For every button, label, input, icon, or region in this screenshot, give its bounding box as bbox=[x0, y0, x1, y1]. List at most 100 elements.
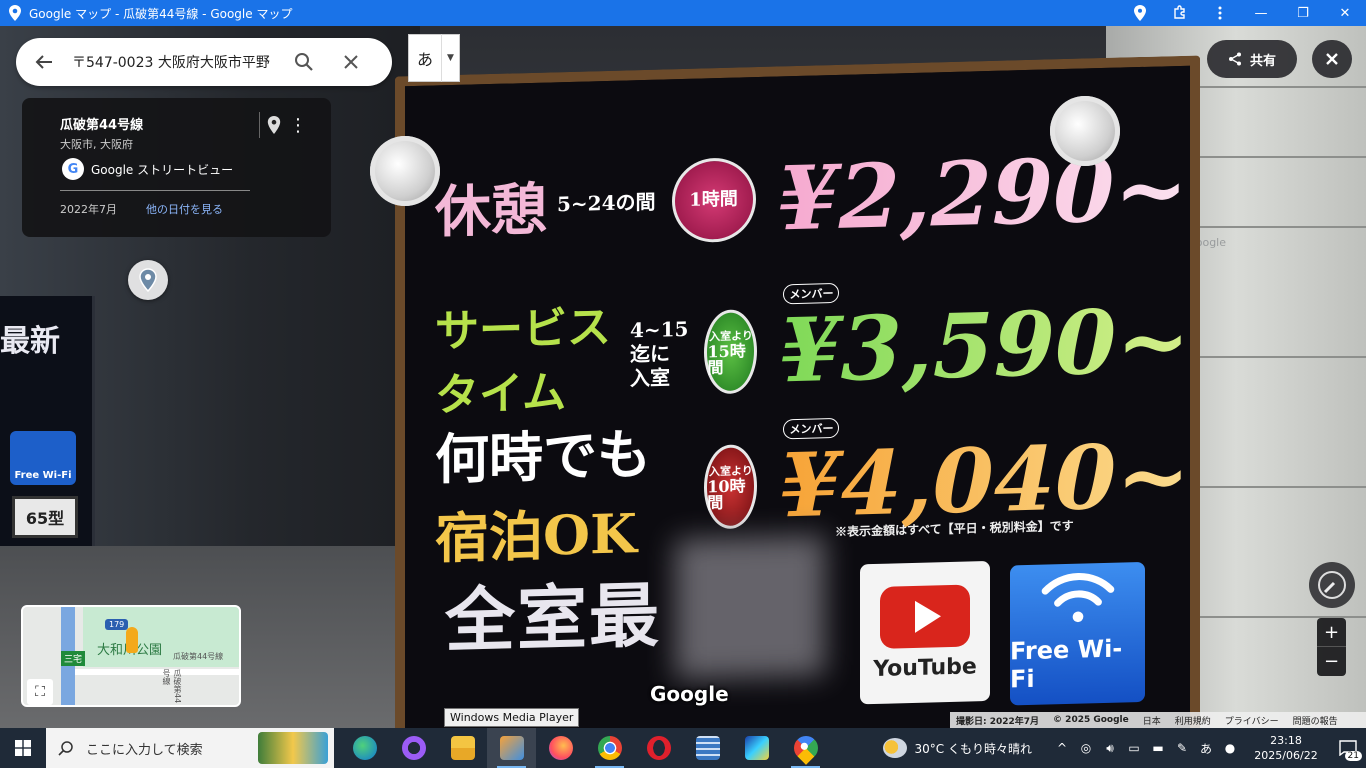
side-tv-sign: 65型 bbox=[12, 496, 78, 538]
calculator-app-icon[interactable] bbox=[683, 728, 732, 768]
share-label: 共有 bbox=[1249, 53, 1276, 69]
compass-icon[interactable] bbox=[1309, 562, 1355, 608]
search-icon[interactable] bbox=[282, 38, 326, 86]
clock-date: 2025/06/22 bbox=[1254, 749, 1318, 762]
source-label: Google ストリートビュー bbox=[91, 162, 234, 177]
share-button[interactable]: 共有 bbox=[1207, 40, 1297, 78]
road-line bbox=[75, 669, 239, 675]
weather-widget[interactable]: 30°C くもり時々晴れ bbox=[882, 738, 1032, 758]
close-street-view-button[interactable] bbox=[1312, 40, 1352, 78]
search-input[interactable] bbox=[72, 54, 282, 70]
maximize-button[interactable]: ❐ bbox=[1282, 0, 1324, 26]
map-pin-icon[interactable] bbox=[264, 112, 284, 138]
side-sign: 最新 Free Wi-Fi 65型 bbox=[0, 296, 95, 556]
country-link[interactable]: 日本 bbox=[1143, 714, 1161, 727]
vertical-road-label: 瓜破第44号線 bbox=[162, 669, 182, 704]
row1-price: ¥2,290~ bbox=[777, 135, 1189, 251]
title-bar: Google マップ - 瓜破第44号線 - Google マップ — ❐ ✕ bbox=[0, 0, 1366, 26]
weather-text: 30°C くもり時々晴れ bbox=[914, 741, 1032, 756]
media-player-icon[interactable] bbox=[487, 728, 536, 768]
windows-start-icon[interactable] bbox=[0, 728, 46, 768]
ime-indicator[interactable]: あ bbox=[1194, 740, 1218, 757]
free-wifi-label: Free Wi-Fi bbox=[1010, 634, 1123, 694]
taskbar-tooltip: Windows Media Player bbox=[444, 708, 580, 727]
row3-label-a: 何時でも bbox=[435, 421, 651, 492]
row2-badge-text: 15時間 bbox=[707, 341, 746, 378]
chevron-up-icon[interactable]: ^ bbox=[1050, 741, 1074, 755]
clear-search-icon[interactable] bbox=[326, 38, 376, 86]
spotlight-right bbox=[1050, 96, 1120, 166]
volume-icon[interactable]: 🔊︎ bbox=[1098, 741, 1122, 756]
row2-sub-b: 迄に入室 bbox=[629, 341, 670, 391]
station-badge: 三宅 bbox=[61, 651, 86, 666]
capture-credit: 撮影日: 2022年7月 bbox=[956, 716, 1040, 727]
back-arrow-icon[interactable] bbox=[16, 54, 72, 70]
report-link[interactable]: 問題の報告 bbox=[1293, 714, 1338, 727]
row3-badge: 入室より 10時間 bbox=[704, 444, 758, 530]
location-marker-icon[interactable] bbox=[128, 260, 168, 300]
chrome-app-icon[interactable] bbox=[585, 728, 634, 768]
globe-icon[interactable]: ● bbox=[1218, 741, 1242, 755]
side-wifi-label: Free Wi-Fi bbox=[14, 470, 72, 481]
taskbar-search-box[interactable]: ここに入力して検索 bbox=[46, 728, 334, 768]
more-options-icon[interactable]: ⋮ bbox=[288, 112, 308, 138]
notification-center-icon[interactable]: 21 bbox=[1330, 728, 1366, 768]
weather-icon bbox=[882, 738, 907, 758]
mini-map[interactable]: 179 大和川公園 瓜破第44号線 三宅 瓜破第44号線 ⛶ bbox=[21, 605, 241, 707]
taskbar-search-placeholder: ここに入力して検索 bbox=[86, 742, 203, 758]
map-credits: 撮影日: 2022年7月 © 2025 Google 日本 利用規約 プライバシ… bbox=[950, 712, 1366, 728]
search-box bbox=[16, 38, 392, 86]
blurred-region bbox=[675, 535, 825, 680]
capture-date: 2022年7月 bbox=[60, 203, 117, 216]
street-view-source: G Google ストリートビュー bbox=[62, 158, 233, 180]
google-maps-app-icon[interactable] bbox=[781, 728, 830, 768]
game-app-icon[interactable] bbox=[732, 728, 781, 768]
cortana-app-icon[interactable] bbox=[389, 728, 438, 768]
clock-time: 23:18 bbox=[1270, 733, 1302, 747]
row3-badge-text: 10時間 bbox=[707, 476, 746, 513]
expand-map-icon[interactable]: ⛶ bbox=[27, 679, 53, 705]
pinned-apps bbox=[340, 728, 830, 768]
side-wifi-sign: Free Wi-Fi bbox=[10, 431, 76, 485]
zoom-out-button[interactable]: − bbox=[1317, 647, 1346, 676]
terms-link[interactable]: 利用規約 bbox=[1175, 714, 1211, 727]
privacy-link[interactable]: プライバシー bbox=[1225, 714, 1279, 727]
network-icon[interactable]: ▭ bbox=[1122, 741, 1146, 755]
more-icon[interactable] bbox=[1200, 0, 1240, 26]
file-explorer-icon[interactable] bbox=[438, 728, 487, 768]
search-highlight-image bbox=[258, 732, 328, 764]
clock[interactable]: 23:18 2025/06/22 bbox=[1248, 733, 1324, 764]
pegman-icon bbox=[126, 627, 138, 653]
location-info-card: 瓜破第44号線 大阪市, 大阪府 G Google ストリートビュー 2022年… bbox=[22, 98, 331, 237]
close-icon bbox=[1326, 53, 1338, 65]
row1-badge: 1時間 bbox=[671, 157, 756, 244]
edge-app-icon[interactable] bbox=[340, 728, 389, 768]
row2-badge: 入室より 15時間 bbox=[704, 309, 758, 395]
location-icon[interactable] bbox=[1120, 0, 1160, 26]
allroom-text: 全室最 bbox=[445, 573, 661, 663]
extension-icon[interactable] bbox=[1160, 0, 1200, 26]
meet-now-icon[interactable]: ◎ bbox=[1074, 741, 1098, 755]
youtube-label: YouTube bbox=[873, 653, 977, 682]
youtube-sign: YouTube bbox=[860, 560, 990, 705]
firefox-app-icon[interactable] bbox=[536, 728, 585, 768]
zoom-controls: + − bbox=[1317, 618, 1346, 676]
row1-sub: 5~24の間 bbox=[557, 189, 656, 217]
more-dates-link[interactable]: 他の日付を見る bbox=[146, 201, 223, 217]
place-name: 瓜破第44号線 bbox=[60, 118, 144, 133]
minimize-button[interactable]: — bbox=[1240, 0, 1282, 26]
pen-icon[interactable]: ✎ bbox=[1170, 741, 1194, 755]
place-region: 大阪市, 大阪府 bbox=[60, 138, 133, 151]
ime-dropdown-icon[interactable]: ▼ bbox=[441, 34, 459, 82]
ime-mode-box[interactable]: あ ▼ bbox=[408, 34, 460, 82]
close-window-button[interactable]: ✕ bbox=[1324, 0, 1366, 26]
divider bbox=[60, 190, 250, 191]
row1-badge-text: 1時間 bbox=[689, 188, 738, 211]
system-tray: 30°C くもり時々晴れ ^ ◎ 🔊︎ ▭ ▬ ✎ あ ● 23:18 2025… bbox=[882, 728, 1366, 768]
row2-price-text: ¥3,590~ bbox=[779, 287, 1190, 403]
ime-char: あ bbox=[416, 50, 433, 69]
zoom-in-button[interactable]: + bbox=[1317, 618, 1346, 647]
opera-app-icon[interactable] bbox=[634, 728, 683, 768]
youtube-play-icon bbox=[880, 583, 970, 649]
battery-icon[interactable]: ▬ bbox=[1146, 741, 1170, 755]
